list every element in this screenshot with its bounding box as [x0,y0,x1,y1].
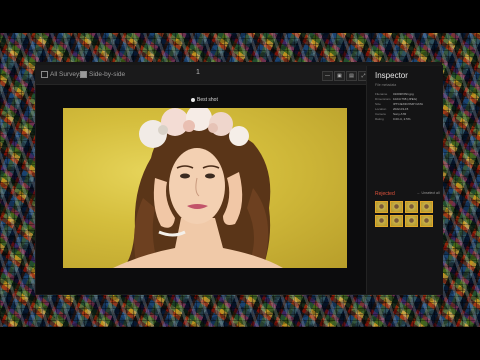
rejected-thumbnail[interactable] [405,201,418,213]
surveys-button[interactable]: All Surveys [41,70,83,80]
split-view-icon [80,70,87,78]
image-viewer: Best shot [36,85,366,294]
minus-button[interactable]: — [322,71,333,81]
metadata-row: Filename 01003P2N1.jpg [375,92,414,96]
toolbar: All Surveys Side-by-side 1 — ▣ ▤ ⤢ [36,66,369,85]
metadata-value: Sony A7R [393,112,407,116]
rejected-thumbnail[interactable] [375,215,388,227]
grid-mode-button[interactable]: ▤ [346,71,357,81]
rejected-thumbnail[interactable] [405,215,418,227]
metadata-row: Camera Sony A7R [375,112,406,116]
inspector-subtitle: File metadata [375,83,397,87]
rejected-thumbnail[interactable] [420,215,433,227]
metadata-row: Size IPTC/EXIF/XMP DATA [375,102,423,106]
metadata-value: 01003P2N1.jpg [393,92,414,96]
best-shot-badge[interactable]: Best shot [191,97,218,103]
metadata-value: 0.00 ct, 2.5% [393,117,411,121]
metadata-row: Dimensions 1024×768 (JPEG) [375,97,417,101]
metadata-key: Location [375,107,387,111]
rejected-thumbnail[interactable] [420,201,433,213]
side-by-side-button[interactable]: Side-by-side [80,70,125,80]
portrait-photo-graphic [113,108,283,268]
rejected-thumbnails [375,201,435,243]
letterbox-top [0,0,480,33]
rejected-thumbnail[interactable] [390,215,403,227]
inspector-panel: Inspector File metadata Filename 01003P2N… [366,66,443,294]
side-by-side-label: Side-by-side [89,71,126,78]
metadata-key: Rating [375,117,384,121]
metadata-key: Size [375,102,381,106]
metadata-key: Dimensions [375,97,391,101]
unselect-all-link[interactable]: ← Unselect all [417,191,440,195]
view-mode-button[interactable]: ▣ [334,71,345,81]
metadata-key: Camera [375,112,386,116]
metadata-value: IPTC/EXIF/XMP DATA [393,102,424,106]
rejected-label[interactable]: Rejected [375,191,395,197]
grid-icon [41,70,48,78]
metadata-row: Rating 0.00 ct, 2.5% [375,117,411,121]
best-shot-icon [191,97,195,102]
image-counter: 1 [196,69,200,76]
metadata-row: Location 2022-03-15 [375,107,408,111]
metadata-value: 1024×768 (JPEG) [393,97,418,101]
metadata-value: 2022-03-15 [393,107,409,111]
letterbox-bottom [0,327,480,360]
inspector-title: Inspector [375,71,408,80]
rejected-thumbnail[interactable] [375,201,388,213]
surveys-label: All Surveys [50,71,83,78]
best-shot-label: Best shot [197,97,218,103]
rejected-thumbnail[interactable] [390,201,403,213]
app-window: All Surveys Side-by-side 1 — ▣ ▤ ⤢ Best … [36,66,443,294]
main-photo[interactable] [63,108,347,268]
metadata-key: Filename [375,92,388,96]
